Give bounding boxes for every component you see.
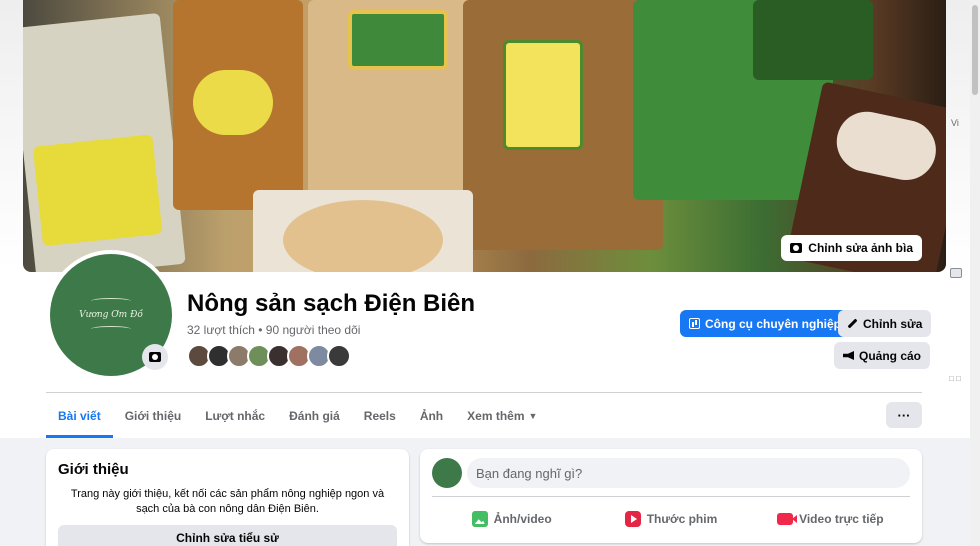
composer-divider (432, 496, 910, 497)
page-stats[interactable]: 32 lượt thích • 90 người theo dõi (187, 323, 360, 337)
avatar-camera-button[interactable] (142, 344, 168, 370)
facebook-page: Chỉnh sửa ảnh bìa Vương Ơm Đồ Nông sản s… (0, 0, 980, 546)
tab-more[interactable]: Xem thêm ▼ (455, 394, 549, 438)
tab-reviews[interactable]: Đánh giá (277, 394, 352, 438)
intro-card: Giới thiệu Trang này giới thiệu, kết nối… (46, 449, 409, 546)
camera-icon (790, 243, 803, 253)
ads-label: Quảng cáo (859, 348, 922, 363)
live-video-button[interactable]: Video trực tiếp (751, 503, 910, 535)
tab-posts-label: Bài viết (58, 409, 101, 423)
page-title: Nông sản sạch Điện Biên (187, 290, 476, 317)
edit-page-label: Chỉnh sửa (863, 316, 923, 331)
professional-tools-button[interactable]: Công cụ chuyên nghiệp (680, 310, 851, 337)
post-composer: Bạn đang nghĩ gì? Ảnh/video Thước phim V… (420, 449, 922, 543)
tab-more-label: Xem thêm (467, 409, 525, 423)
more-options-button[interactable]: ··· (886, 402, 922, 428)
professional-tools-label: Công cụ chuyên nghiệp (705, 316, 842, 331)
follower-avatars[interactable] (187, 344, 351, 368)
leaf-ornament-bottom (91, 326, 131, 332)
tab-reviews-label: Đánh giá (289, 409, 340, 423)
composer-input[interactable]: Bạn đang nghĩ gì? (467, 458, 910, 488)
photo-video-label: Ảnh/video (493, 512, 552, 526)
product-bowl-chips (253, 190, 473, 272)
reel-label: Thước phim (646, 512, 718, 526)
tab-reels-label: Reels (363, 409, 396, 423)
megaphone-icon (843, 351, 854, 360)
reel-icon (624, 511, 641, 527)
intro-title: Giới thiệu (58, 461, 129, 478)
composer-actions: Ảnh/video Thước phim Video trực tiếp (432, 503, 910, 535)
product-box-ca-tep (633, 0, 873, 200)
pencil-icon (847, 318, 858, 329)
caret-down-icon: ▼ (528, 411, 538, 421)
tab-reels[interactable]: Reels (352, 394, 408, 438)
follower-avatar[interactable] (327, 344, 351, 368)
chart-icon (689, 318, 700, 329)
scrollbar-thumb[interactable] (972, 5, 978, 95)
edit-cover-button[interactable]: Chỉnh sửa ảnh bìa (781, 235, 922, 261)
live-video-label: Video trực tiếp (799, 512, 884, 526)
tab-posts[interactable]: Bài viết (46, 394, 113, 438)
printer-icon[interactable] (950, 268, 962, 278)
header-divider (46, 392, 922, 393)
photo-icon (471, 511, 488, 527)
intro-description: Trang này giới thiệu, kết nối các sản ph… (70, 488, 385, 515)
leaf-ornament-top (91, 298, 131, 304)
cover-photo[interactable]: Chỉnh sửa ảnh bìa (23, 0, 946, 272)
composer-avatar[interactable] (432, 458, 462, 488)
product-bag-hat-mac-ca (23, 12, 186, 272)
product-bag-que (173, 0, 303, 210)
edit-page-button[interactable]: Chỉnh sửa (838, 310, 932, 337)
tab-mentions[interactable]: Lượt nhắc (193, 394, 277, 438)
tab-about[interactable]: Giới thiệu (113, 394, 194, 438)
tab-photos[interactable]: Ảnh (408, 394, 455, 438)
tab-mentions-label: Lượt nhắc (205, 409, 266, 423)
avatar-logo: Vương Ơm Đồ (79, 310, 143, 320)
window-indicator: □ □ (949, 374, 961, 383)
photo-video-button[interactable]: Ảnh/video (432, 503, 591, 535)
page-tabs: Bài viết Giới thiệu Lượt nhắc Đánh giá R… (46, 394, 549, 438)
edit-bio-button[interactable]: Chỉnh sửa tiểu sử (58, 525, 397, 546)
camera-icon (149, 352, 161, 362)
tab-photos-label: Ảnh (419, 409, 444, 423)
tab-about-label: Giới thiệu (124, 409, 182, 423)
video-camera-icon (777, 513, 798, 525)
reel-button[interactable]: Thước phim (591, 503, 750, 535)
language-indicator[interactable]: Vi (951, 118, 959, 128)
edit-cover-label: Chỉnh sửa ảnh bìa (808, 241, 913, 255)
ads-button[interactable]: Quảng cáo (834, 342, 931, 369)
